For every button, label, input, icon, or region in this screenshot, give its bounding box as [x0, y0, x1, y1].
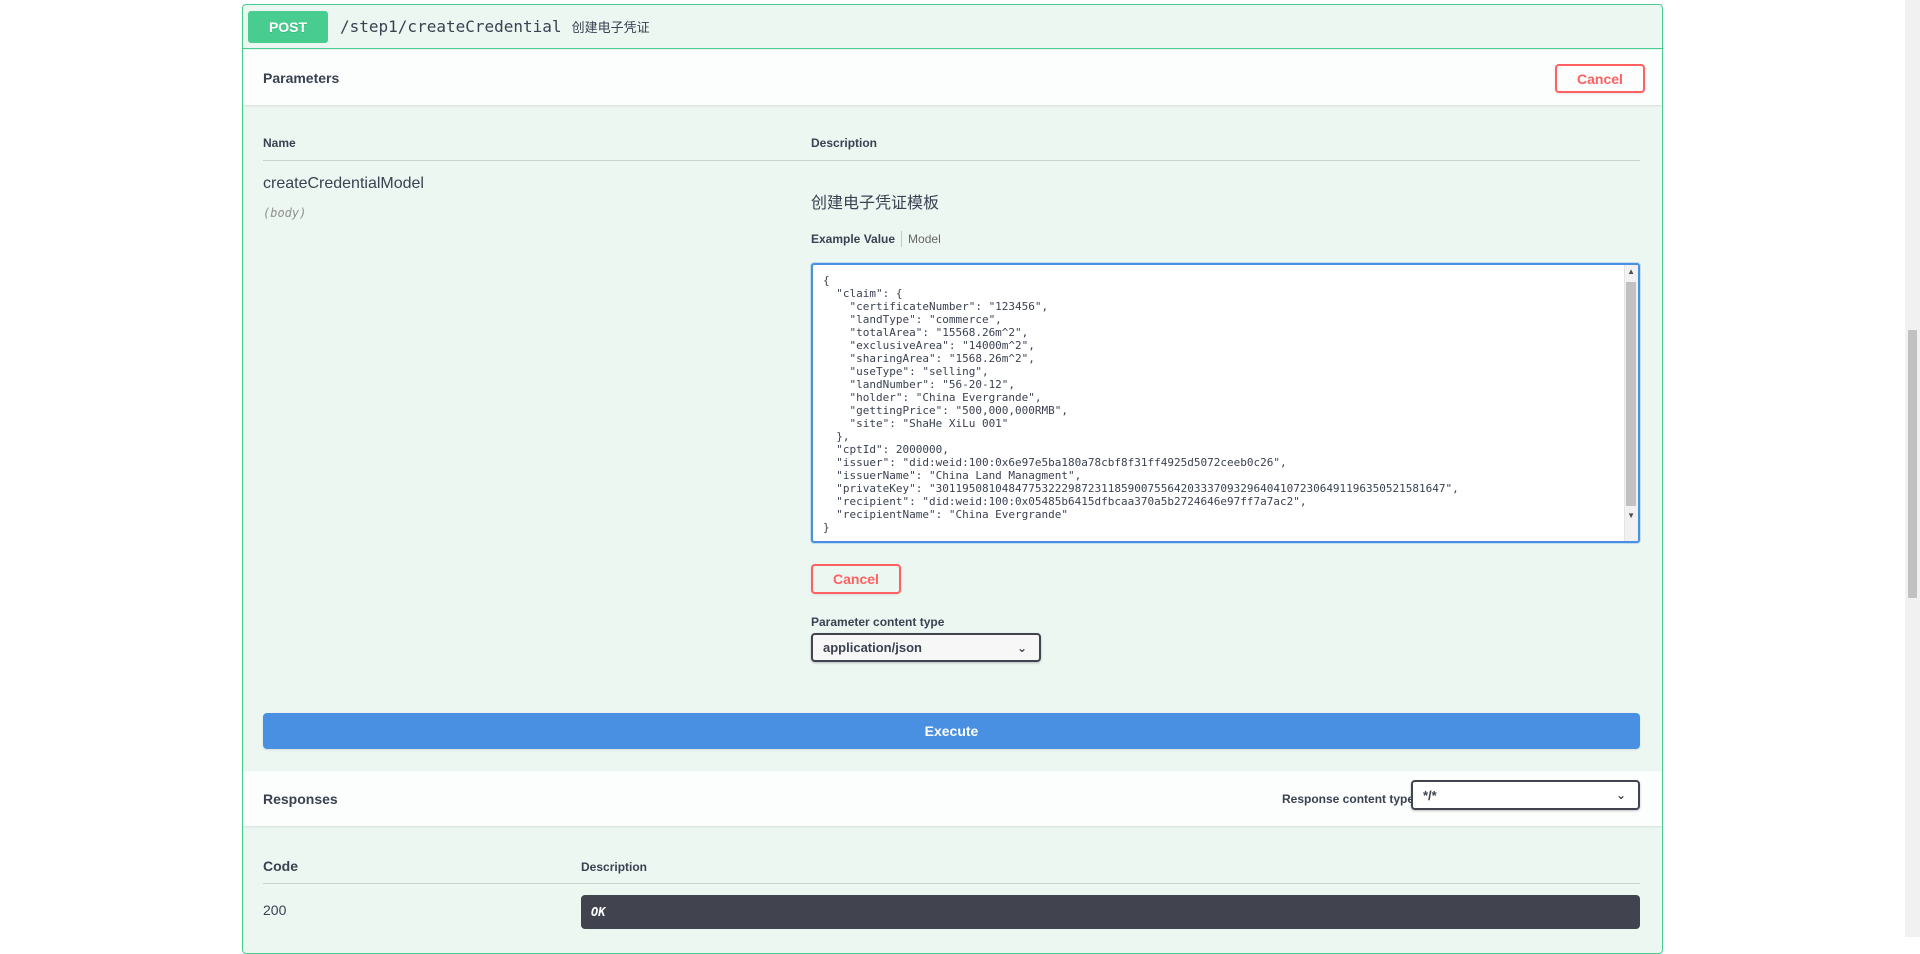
tab-example-value[interactable]: Example Value	[811, 232, 895, 246]
col-description-header: Description	[811, 136, 878, 150]
param-content-type-select[interactable]: application/json ⌄	[811, 633, 1041, 662]
operation-path: /step1/createCredential	[340, 17, 562, 36]
textarea-scrollbar[interactable]: ▲ ▼	[1624, 265, 1638, 541]
param-content-type-value: application/json	[823, 640, 922, 655]
responses-code-header: Code	[263, 858, 298, 874]
operation-summary-text: 创建电子凭证	[571, 20, 650, 35]
responses-header-divider	[263, 883, 1640, 884]
parameters-title: Parameters	[263, 69, 340, 86]
textarea-scroll-thumb[interactable]	[1626, 282, 1636, 506]
responses-description-header: Description	[581, 860, 648, 874]
page-scrollbar[interactable]	[1905, 0, 1920, 937]
body-param-textarea[interactable]: { "claim": { "certificateNumber": "12345…	[811, 263, 1640, 543]
body-param-text[interactable]: { "claim": { "certificateNumber": "12345…	[813, 265, 1638, 541]
method-badge: POST	[248, 10, 328, 43]
response-content-type-value: */*	[1423, 787, 1437, 803]
operation-block-post: POST /step1/createCredential 创建电子凭证 Para…	[242, 4, 1663, 954]
param-description: 创建电子凭证模板	[811, 195, 940, 212]
response-code: 200	[263, 902, 287, 918]
execute-button[interactable]: Execute	[263, 713, 1640, 749]
page-scroll-thumb[interactable]	[1908, 330, 1917, 598]
param-content-type-label: Parameter content type	[811, 615, 945, 629]
tab-model[interactable]: Model	[908, 232, 941, 246]
response-description: OK	[591, 905, 606, 919]
header-divider	[263, 160, 1640, 161]
responses-title: Responses	[263, 790, 338, 807]
response-description-box: OK	[581, 895, 1640, 929]
cancel-button[interactable]: Cancel	[1555, 64, 1645, 93]
response-content-type-label: Response content type	[1282, 792, 1415, 806]
response-content-type-select[interactable]: */* ⌄	[1411, 780, 1640, 810]
param-location: (body)	[263, 206, 307, 220]
parameters-header: Parameters Cancel	[243, 50, 1662, 105]
chevron-down-icon: ⌄	[1615, 788, 1626, 802]
operation-summary[interactable]: POST /step1/createCredential 创建电子凭证	[243, 5, 1662, 49]
tab-separator	[901, 231, 903, 247]
scroll-up-icon[interactable]: ▲	[1627, 267, 1635, 276]
try-out-cancel-button[interactable]: Cancel	[811, 564, 901, 594]
chevron-down-icon: ⌄	[1016, 640, 1027, 655]
scroll-down-icon[interactable]: ▼	[1627, 511, 1635, 520]
example-model-tabs: Example Value Model	[811, 231, 941, 247]
col-name-header: Name	[263, 136, 296, 150]
param-name: createCredentialModel	[263, 175, 424, 192]
